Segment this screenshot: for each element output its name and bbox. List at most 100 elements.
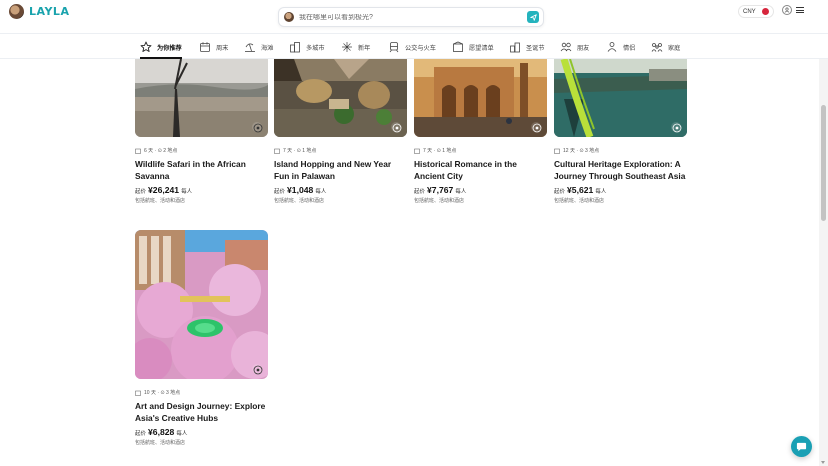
logo[interactable]: LAYLA <box>9 4 69 19</box>
bookmark-icon[interactable] <box>531 122 542 133</box>
send-button[interactable] <box>527 11 539 23</box>
trip-includes: 包括航班、活动和酒店 <box>135 440 186 446</box>
trip-meta: 12 天 · ⊙ 3 地点 <box>554 147 687 154</box>
calendar-icon <box>274 148 280 154</box>
couple-icon <box>607 42 617 52</box>
tab-label: 圣诞节 <box>526 44 545 52</box>
family-icon <box>651 43 663 52</box>
trip-meta: 7 天 · ⊙ 1 地点 <box>414 147 547 154</box>
trip-meta: 10 天 · ⊙ 3 地点 <box>135 389 268 396</box>
price-prefix: 起价 <box>274 189 286 195</box>
price-line: 起价 ¥7,767 每人 <box>414 185 547 195</box>
trip-price: ¥6,828 <box>148 427 175 437</box>
trip-image <box>274 59 407 137</box>
trip-duration: 6 天 · ⊙ 2 地点 <box>144 148 178 154</box>
scroll-down-arrow-icon[interactable] <box>821 461 825 464</box>
wishlist-icon <box>453 41 463 52</box>
tab-multi-city[interactable]: 多城市 <box>289 40 325 54</box>
tab-label: 多城市 <box>306 44 325 52</box>
price-prefix: 起价 <box>135 431 147 437</box>
price-suffix: 每人 <box>176 431 188 437</box>
trip-card[interactable]: 7 天 · ⊙ 1 地点 Historical Romance in the A… <box>414 59 547 204</box>
search-bar[interactable] <box>278 7 544 27</box>
top-header: LAYLA CNY <box>0 0 828 34</box>
search-input[interactable] <box>299 13 527 21</box>
tab-wishlist[interactable]: 愿望清单 <box>452 40 494 54</box>
trip-image <box>414 59 547 137</box>
page-scrollbar[interactable] <box>819 34 828 466</box>
chat-button[interactable] <box>791 436 812 457</box>
trip-price: ¥5,621 <box>567 185 594 195</box>
trip-duration: 12 天 · ⊙ 3 地点 <box>563 148 600 154</box>
trip-card[interactable]: 10 天 · ⊙ 3 地点 Art and Design Journey: Ex… <box>135 230 268 446</box>
price-line: 起价 ¥6,828 每人 <box>135 427 268 437</box>
calendar-icon <box>414 148 420 154</box>
trip-meta: 6 天 · ⊙ 2 地点 <box>135 147 268 154</box>
train-icon <box>389 42 399 53</box>
user-menu[interactable] <box>782 5 804 15</box>
trip-card[interactable]: 12 天 · ⊙ 3 地点 Cultural Heritage Explorat… <box>554 59 687 204</box>
trip-duration: 7 天 · ⊙ 1 地点 <box>283 148 317 154</box>
calendar-icon <box>135 390 141 396</box>
trip-price: ¥7,767 <box>427 185 454 195</box>
price-line: 起价 ¥1,048 每人 <box>274 185 407 195</box>
tab-weekend[interactable]: 周末 <box>199 40 228 54</box>
trip-card[interactable]: 6 天 · ⊙ 2 地点 Wildlife Safari in the Afri… <box>135 59 268 204</box>
tab-label: 家庭 <box>668 44 681 52</box>
price-line: 起价 ¥5,621 每人 <box>554 185 687 195</box>
trip-title[interactable]: Historical Romance in the Ancient City <box>414 158 547 182</box>
currency-label: CNY <box>743 8 756 15</box>
tab-for-you[interactable]: 为你推荐 <box>140 40 182 59</box>
price-line: 起价 ¥26,241 每人 <box>135 185 268 195</box>
trip-price: ¥26,241 <box>148 185 180 195</box>
currency-selector[interactable]: CNY <box>738 5 774 18</box>
tab-transit[interactable]: 公交与火车 <box>388 40 436 54</box>
christmas-icon <box>510 42 520 53</box>
bookmark-icon[interactable] <box>252 364 263 375</box>
trip-image <box>135 59 268 137</box>
beach-icon <box>245 43 255 52</box>
calendar-icon <box>135 148 141 154</box>
logo-avatar <box>9 4 24 19</box>
trip-includes: 包括航班、活动和酒店 <box>554 198 605 204</box>
trip-title[interactable]: Art and Design Journey: Explore Asia's C… <box>135 400 268 424</box>
trip-image <box>135 230 268 379</box>
price-suffix: 每人 <box>315 189 327 195</box>
tab-couples[interactable]: 情侣 <box>606 40 635 54</box>
tab-new-year[interactable]: 新年 <box>341 40 370 54</box>
bookmark-icon[interactable] <box>252 122 263 133</box>
trip-includes: 包括航班、活动和酒店 <box>274 198 325 204</box>
tab-friends[interactable]: 朋友 <box>560 40 589 54</box>
price-prefix: 起价 <box>135 189 147 195</box>
tab-family[interactable]: 家庭 <box>651 40 680 54</box>
tab-label: 为你推荐 <box>157 44 182 52</box>
send-icon <box>529 13 537 21</box>
trip-image <box>554 59 687 137</box>
tab-label: 公交与火车 <box>405 44 436 52</box>
chat-icon <box>796 442 807 452</box>
price-suffix: 每人 <box>455 189 467 195</box>
hamburger-icon[interactable] <box>796 7 804 13</box>
tab-label: 朋友 <box>577 44 590 52</box>
logo-text: LAYLA <box>29 5 70 18</box>
trip-card[interactable]: 7 天 · ⊙ 1 地点 Island Hopping and New Year… <box>274 59 407 204</box>
bookmark-icon[interactable] <box>391 122 402 133</box>
trip-title[interactable]: Wildlife Safari in the African Savanna <box>135 158 268 182</box>
price-prefix: 起价 <box>554 189 566 195</box>
trip-title[interactable]: Island Hopping and New Year Fun in Palaw… <box>274 158 407 182</box>
tab-christmas[interactable]: 圣诞节 <box>509 40 545 54</box>
calendar-icon <box>200 42 210 52</box>
trip-meta: 7 天 · ⊙ 1 地点 <box>274 147 407 154</box>
trip-title[interactable]: Cultural Heritage Exploration: A Journey… <box>554 158 687 182</box>
trip-includes: 包括航班、活动和酒店 <box>414 198 465 204</box>
bookmark-icon[interactable] <box>671 122 682 133</box>
user-icon[interactable] <box>782 5 792 15</box>
trip-price: ¥1,048 <box>287 185 314 195</box>
star-icon <box>140 41 152 52</box>
tab-label: 海滩 <box>261 44 274 52</box>
assistant-avatar <box>284 12 294 22</box>
tab-label: 周末 <box>216 44 229 52</box>
scroll-thumb[interactable] <box>821 105 826 221</box>
tab-label: 新年 <box>358 44 371 52</box>
tab-beach[interactable]: 海滩 <box>244 40 273 54</box>
